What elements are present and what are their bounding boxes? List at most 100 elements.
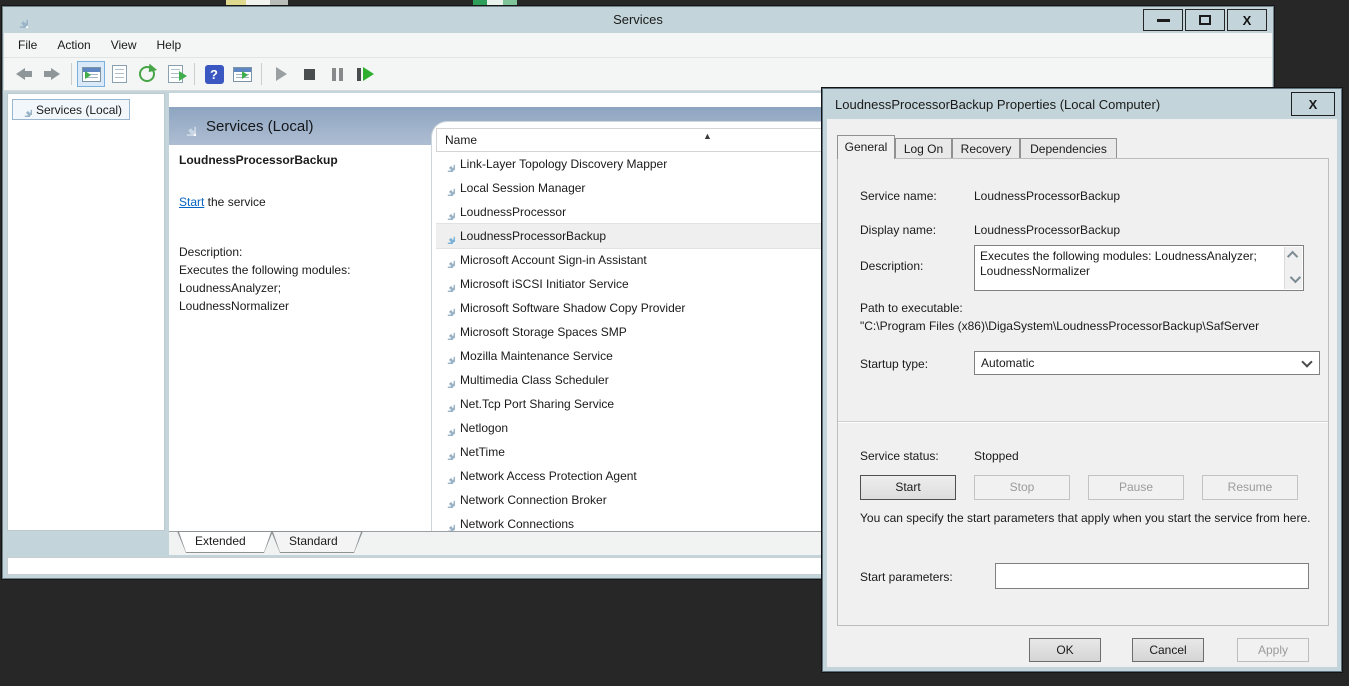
menu-bar: File Action View Help xyxy=(4,33,1272,58)
minimize-icon xyxy=(1157,19,1170,22)
service-gear-icon xyxy=(440,325,455,340)
window-title: Services xyxy=(3,12,1273,27)
tab-log-on[interactable]: Log On xyxy=(895,138,952,159)
service-row-label: Network Connections xyxy=(460,517,574,531)
console-tree-icon xyxy=(82,67,101,82)
restart-service-button[interactable] xyxy=(351,61,379,87)
service-row-label: Microsoft Software Shadow Copy Provider xyxy=(460,301,685,315)
play-icon xyxy=(276,67,287,81)
tab-recovery[interactable]: Recovery xyxy=(952,138,1020,159)
service-gear-icon xyxy=(440,205,455,220)
forward-button[interactable] xyxy=(38,61,66,87)
service-row-label: Link-Layer Topology Discovery Mapper xyxy=(460,157,667,171)
back-button[interactable] xyxy=(10,61,38,87)
start-service-rest: the service xyxy=(204,195,265,209)
maximize-icon xyxy=(1199,15,1211,25)
scroll-down-icon[interactable] xyxy=(1290,272,1301,283)
console-tree-panel: Services (Local) xyxy=(7,93,165,531)
background-window-fragment xyxy=(473,0,517,5)
stop-button[interactable]: Stop xyxy=(974,475,1070,500)
minimize-button[interactable] xyxy=(1143,9,1183,31)
service-gear-icon xyxy=(440,373,455,388)
refresh-button[interactable] xyxy=(133,61,161,87)
service-row-label: NetTime xyxy=(460,445,505,459)
path-value: "C:\Program Files (x86)\DigaSystem\Loudn… xyxy=(860,319,1326,333)
tab-dependencies[interactable]: Dependencies xyxy=(1020,138,1117,159)
tab-general[interactable]: General xyxy=(837,135,895,159)
start-service-button[interactable] xyxy=(267,61,295,87)
service-name-label: Service name: xyxy=(860,189,937,203)
toolbar-separator xyxy=(71,63,72,85)
toolbar: ? xyxy=(4,58,1272,91)
ok-button[interactable]: OK xyxy=(1029,638,1101,662)
show-console-tree-button[interactable] xyxy=(77,61,105,87)
pause-button[interactable]: Pause xyxy=(1088,475,1184,500)
service-row-label: Netlogon xyxy=(460,421,508,435)
column-header-name[interactable]: Name xyxy=(445,133,477,147)
service-gear-icon xyxy=(440,493,455,508)
service-gear-icon xyxy=(440,229,455,244)
maximize-button[interactable] xyxy=(1185,9,1225,31)
properties-dialog: LoudnessProcessorBackup Properties (Loca… xyxy=(822,88,1342,672)
menu-file[interactable]: File xyxy=(8,34,47,56)
services-titlebar: Services X xyxy=(3,7,1273,33)
services-gear-icon xyxy=(17,102,32,117)
description-textarea[interactable]: Executes the following modules: Loudness… xyxy=(974,245,1304,291)
startup-type-dropdown[interactable]: Automatic xyxy=(974,351,1320,375)
pause-service-button[interactable] xyxy=(323,61,351,87)
resume-button[interactable]: Resume xyxy=(1202,475,1298,500)
service-name-value: LoudnessProcessorBackup xyxy=(974,189,1120,203)
service-gear-icon xyxy=(440,517,455,532)
service-row-label: Network Connection Broker xyxy=(460,493,607,507)
help-button[interactable]: ? xyxy=(200,61,228,87)
start-parameters-label: Start parameters: xyxy=(860,570,953,584)
restart-icon xyxy=(357,67,374,81)
description-label: Description: xyxy=(179,245,242,259)
menu-help[interactable]: Help xyxy=(147,34,192,56)
service-row-label: Mozilla Maintenance Service xyxy=(460,349,613,363)
menu-view[interactable]: View xyxy=(101,34,147,56)
service-gear-icon xyxy=(440,181,455,196)
forward-arrow-icon xyxy=(43,68,61,80)
toolbar-separator xyxy=(261,63,262,85)
description-line: LoudnessAnalyzer; xyxy=(179,281,281,295)
textarea-scrollbar[interactable] xyxy=(1284,247,1302,289)
tab-extended[interactable]: Extended xyxy=(177,531,273,553)
start-button[interactable]: Start xyxy=(860,475,956,500)
start-service-link[interactable]: Start xyxy=(179,195,204,209)
path-label: Path to executable: xyxy=(860,301,963,315)
start-parameters-input[interactable] xyxy=(995,563,1309,589)
apply-button[interactable]: Apply xyxy=(1237,638,1309,662)
close-icon: X xyxy=(1243,13,1252,28)
background-window-fragment xyxy=(226,0,288,5)
show-action-pane-button[interactable] xyxy=(228,61,256,87)
tree-item-services-local[interactable]: Services (Local) xyxy=(12,99,130,120)
general-tab-page: Service name: LoudnessProcessorBackup Di… xyxy=(837,158,1329,626)
export-list-button[interactable] xyxy=(161,61,189,87)
service-gear-icon xyxy=(440,277,455,292)
service-gear-icon xyxy=(440,397,455,412)
start-service-line: Start the service xyxy=(179,195,266,209)
divider xyxy=(838,421,1328,423)
stop-service-button[interactable] xyxy=(295,61,323,87)
selected-service-name: LoudnessProcessorBackup xyxy=(179,153,431,167)
service-row-label: Local Session Manager xyxy=(460,181,585,195)
service-row-label: Multimedia Class Scheduler xyxy=(460,373,609,387)
menu-action[interactable]: Action xyxy=(47,34,100,56)
toolbar-separator xyxy=(194,63,195,85)
pane-header-title: Services (Local) xyxy=(206,118,314,135)
service-gear-icon xyxy=(440,469,455,484)
service-gear-icon xyxy=(440,349,455,364)
sort-ascending-icon: ▲ xyxy=(703,131,712,141)
tab-standard[interactable]: Standard xyxy=(271,531,363,553)
properties-icon xyxy=(112,65,127,83)
properties-button[interactable] xyxy=(105,61,133,87)
service-row-label: Microsoft Storage Spaces SMP xyxy=(460,325,627,339)
dialog-body: General Log On Recovery Dependencies Ser… xyxy=(827,119,1337,667)
close-button[interactable]: X xyxy=(1227,9,1267,31)
scroll-up-icon[interactable] xyxy=(1286,251,1297,262)
description-line: LoudnessNormalizer xyxy=(179,299,289,313)
dialog-close-button[interactable]: X xyxy=(1291,92,1335,116)
cancel-button[interactable]: Cancel xyxy=(1132,638,1204,662)
export-list-icon xyxy=(168,65,183,83)
